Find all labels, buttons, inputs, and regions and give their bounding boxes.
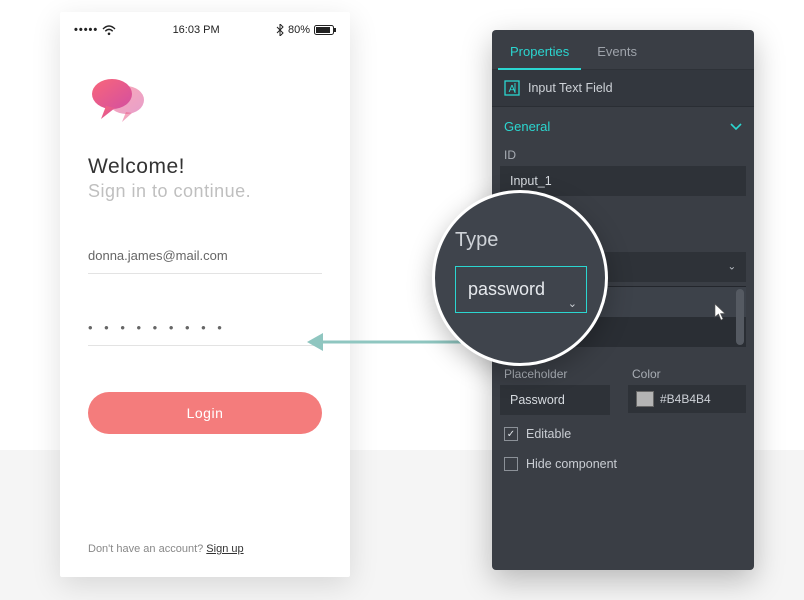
checkbox-checked-icon: ✓ [504, 427, 518, 441]
chevron-down-icon: ⌄ [728, 262, 736, 273]
color-label: Color [628, 359, 746, 385]
password-field[interactable] [88, 314, 322, 346]
wifi-icon [102, 25, 116, 36]
email-field[interactable] [88, 242, 322, 274]
checkbox-unchecked-icon [504, 457, 518, 471]
signup-row: Don't have an account? Sign up [88, 543, 244, 555]
signup-link[interactable]: Sign up [206, 543, 243, 555]
bluetooth-icon [276, 24, 284, 36]
placeholder-value[interactable]: Password [500, 385, 610, 415]
battery-percent: 80% [288, 24, 310, 36]
hide-component-label: Hide component [526, 457, 617, 471]
status-bar: ••••• 16:03 PM 80% [60, 12, 350, 36]
tab-events[interactable]: Events [585, 36, 649, 69]
panel-tabs: Properties Events [492, 30, 754, 70]
hide-component-checkbox[interactable]: Hide component [492, 449, 754, 479]
selected-component-name: Input Text Field [528, 81, 613, 95]
color-value-row[interactable]: #B4B4B4 [628, 385, 746, 413]
signal-dots-icon: ••••• [74, 24, 98, 36]
section-general[interactable]: General [492, 107, 754, 140]
editable-label: Editable [526, 427, 571, 441]
zoom-lens: Type password ⌄ [432, 190, 608, 366]
battery-icon [314, 25, 336, 35]
tab-properties[interactable]: Properties [498, 36, 581, 69]
chevron-down-icon [730, 119, 742, 134]
welcome-heading: Welcome! [88, 155, 322, 179]
chevron-down-icon: ⌄ [568, 297, 577, 310]
signup-prompt: Don't have an account? [88, 543, 206, 555]
color-hex: #B4B4B4 [660, 392, 711, 406]
welcome-subtitle: Sign in to continue. [88, 181, 322, 202]
section-general-label: General [504, 119, 550, 134]
color-swatch [636, 391, 654, 407]
login-button[interactable]: Login [88, 392, 322, 434]
input-component-icon: A [504, 80, 520, 96]
dropdown-scrollbar[interactable] [736, 289, 744, 345]
selected-component-row: A Input Text Field [492, 70, 754, 107]
app-logo-icon [88, 74, 322, 135]
zoom-type-label: Type [455, 229, 587, 252]
cursor-icon [714, 303, 728, 324]
id-label: ID [492, 140, 754, 166]
editable-checkbox[interactable]: ✓ Editable [492, 419, 754, 449]
phone-mockup: ••••• 16:03 PM 80% Welcome [60, 12, 350, 577]
status-time: 16:03 PM [173, 24, 220, 36]
